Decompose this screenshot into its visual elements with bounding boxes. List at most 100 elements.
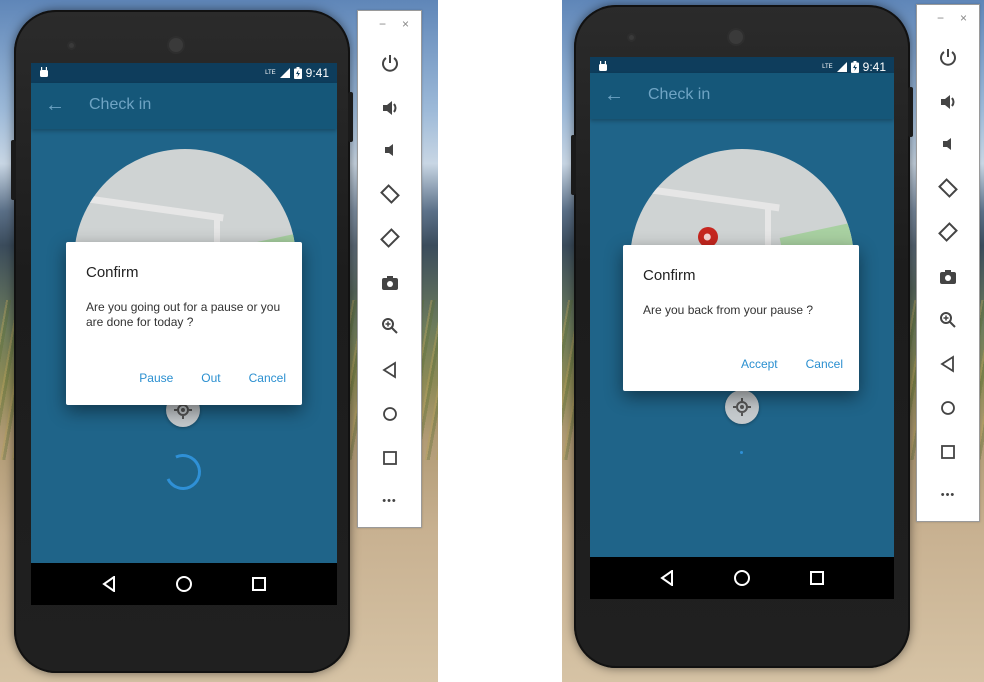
confirm-dialog: Confirm Are you going out for a pause or… [66,242,302,405]
window-controls: − × [379,17,409,31]
overview-button[interactable] [917,437,979,467]
volume-up-icon [382,101,396,115]
nav-back-icon[interactable] [647,563,687,593]
my-location-button[interactable] [725,390,759,424]
arrow-back-icon[interactable]: ← [45,94,65,117]
dialog-message: Are you back from your pause ? [643,303,814,317]
back-icon [940,355,954,373]
sensor [629,35,634,40]
arrow-back-icon[interactable]: ← [604,84,624,107]
signal-icon [279,68,290,78]
rotate-right-button[interactable] [917,217,979,247]
more-button[interactable]: ••• [358,486,421,516]
confirm-dialog: Confirm Are you back from your pause ? A… [623,245,859,391]
app-bar: ← Check in [31,83,337,129]
crosshair-icon [733,398,751,416]
cancel-button[interactable]: Cancel [249,371,286,385]
more-button[interactable]: ••• [917,480,979,510]
minimize-button[interactable]: − [379,17,386,31]
loading-indicator [740,451,743,454]
home-icon [382,407,397,421]
android-nav-bar [31,563,337,605]
battery-icon [293,67,302,79]
volume-up-button[interactable] [917,87,979,117]
clock: 9:41 [305,66,329,80]
rotate-left-button[interactable] [917,173,979,203]
clock: 9:41 [862,60,886,74]
zoom-button[interactable] [917,305,979,335]
status-right: LTE 9:41 [822,60,886,74]
close-button[interactable]: × [960,11,967,25]
more-icon: ••• [940,489,956,501]
zoom-button[interactable] [358,311,421,341]
emulator-toolbar: − × ••• [357,10,422,528]
rotate-left-icon [379,184,400,204]
volume-up-icon [941,95,955,109]
volume-up-button[interactable] [358,93,421,123]
nav-home-icon[interactable] [722,563,762,593]
map-road [765,204,771,249]
side-key [908,87,913,137]
rotate-right-button[interactable] [358,223,421,253]
home-button[interactable] [358,399,421,429]
nav-home-icon[interactable] [164,569,204,599]
dialog-title: Confirm [86,264,139,281]
camera-icon [940,270,956,284]
emulator-toolbar: − × ••• [916,4,980,522]
status-right: LTE 9:41 [265,66,329,80]
nav-back-icon[interactable] [89,569,129,599]
dialog-actions: Pause Out Cancel [139,371,286,385]
dialog-message: Are you going out for a pause or you are… [86,300,281,329]
home-icon [941,401,955,415]
android-notification-icon [40,67,48,77]
status-bar: LTE 9:41 [31,63,337,83]
power-icon [381,55,398,72]
page-title: Check in [648,86,711,103]
nav-overview-icon[interactable] [797,563,837,593]
side-key [11,140,16,200]
rotate-right-icon [938,222,958,242]
dialog-actions: Accept Cancel [741,357,843,371]
map-road [74,193,224,222]
nav-overview-icon[interactable] [239,569,279,599]
rotate-left-icon [938,178,958,198]
lte-icon: LTE [822,64,833,70]
screenshot-button[interactable] [358,268,421,298]
map-road [630,183,780,212]
zoom-icon [381,318,398,334]
minimize-button[interactable]: − [937,11,944,25]
pause-button[interactable]: Pause [139,371,173,385]
sensor [69,43,74,48]
camera-icon [381,276,398,290]
screenshot-button[interactable] [917,262,979,292]
accept-button[interactable]: Accept [741,357,778,371]
cancel-button[interactable]: Cancel [806,357,843,371]
rotate-left-button[interactable] [358,179,421,209]
back-button[interactable] [358,355,421,385]
overview-button[interactable] [358,443,421,473]
back-button[interactable] [917,349,979,379]
volume-down-button[interactable] [917,129,979,159]
overview-icon [382,451,397,465]
zoom-icon [940,312,956,328]
signal-icon [836,62,847,72]
power-button[interactable] [917,42,979,72]
android-notification-icon [599,61,607,71]
window-controls: − × [937,11,967,25]
right-emulator-panel: LTE 9:41 ← Check in Confirm Are you back… [562,0,984,682]
page-title: Check in [89,96,152,113]
power-button[interactable] [358,48,421,78]
close-button[interactable]: × [402,17,409,31]
volume-down-icon [384,144,393,156]
back-icon [381,361,396,379]
front-camera [729,30,743,44]
loading-spinner [159,448,207,496]
more-icon: ••• [382,495,397,507]
app-bar: ← Check in [590,73,894,119]
home-button[interactable] [917,393,979,423]
left-emulator-panel: LTE 9:41 ← Check in Confirm Are you goin… [0,0,438,682]
dialog-title: Confirm [643,267,696,284]
lte-icon: LTE [265,70,276,76]
out-button[interactable]: Out [201,371,220,385]
volume-down-button[interactable] [358,135,421,165]
